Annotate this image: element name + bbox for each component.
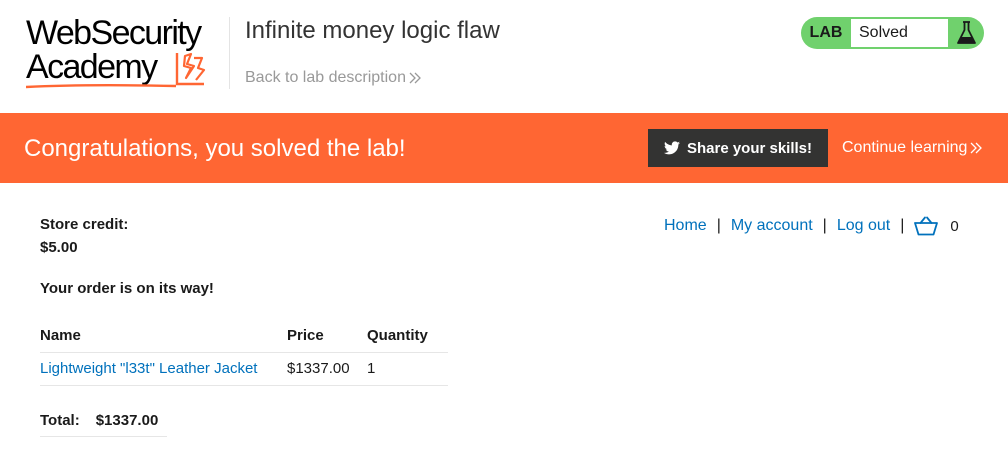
lab-status-label: Solved xyxy=(851,19,948,47)
solved-banner: Congratulations, you solved the lab! Sha… xyxy=(0,113,1008,183)
total-label: Total: xyxy=(40,411,80,429)
continue-learning-link[interactable]: Continue learning xyxy=(842,139,983,157)
double-chevron-right-icon xyxy=(970,142,983,154)
flask-icon xyxy=(957,21,976,44)
cart-link[interactable]: 0 xyxy=(914,216,959,236)
lab-badge: LAB xyxy=(809,24,843,41)
product-name-cell: Lightweight "l33t" Leather Jacket xyxy=(40,352,287,386)
nav-separator: | xyxy=(822,217,827,234)
back-to-lab-description-link[interactable]: Back to lab description xyxy=(245,69,422,87)
account-nav: Home | My account | Log out | 0 xyxy=(664,214,959,238)
web-security-academy-logo[interactable]: WebSecurity Academy xyxy=(26,14,226,90)
column-header-name: Name xyxy=(40,320,287,353)
table-row: Lightweight "l33t" Leather Jacket $1337.… xyxy=(40,352,448,386)
table-header-row: Name Price Quantity xyxy=(40,320,448,353)
home-link[interactable]: Home xyxy=(664,217,707,235)
share-skills-label: Share your skills! xyxy=(686,139,813,157)
order-total: Total: $1337.00 xyxy=(40,404,167,437)
logo-line1: WebSecurity xyxy=(26,14,202,52)
product-price-cell: $1337.00 xyxy=(287,352,367,386)
back-link-label: Back to lab description xyxy=(245,69,406,86)
lab-status-widget: LAB Solved xyxy=(801,17,984,49)
continue-learning-label: Continue learning xyxy=(842,139,968,156)
product-quantity-cell: 1 xyxy=(367,352,448,386)
double-chevron-right-icon xyxy=(409,72,421,84)
nav-separator: | xyxy=(716,217,721,234)
total-value: $1337.00 xyxy=(95,411,159,429)
header-divider xyxy=(229,17,230,89)
cart-icon xyxy=(914,216,939,236)
solved-message: Congratulations, you solved the lab! xyxy=(24,135,406,162)
store-credit-value: $5.00 xyxy=(40,239,78,256)
share-skills-button[interactable]: Share your skills! xyxy=(648,129,828,167)
store-credit-label: Store credit: xyxy=(40,216,129,233)
log-out-link[interactable]: Log out xyxy=(837,217,890,235)
logo-underline xyxy=(26,84,177,89)
column-header-price: Price xyxy=(287,320,367,353)
order-table: Name Price Quantity Lightweight "l33t" L… xyxy=(40,320,448,386)
lab-title: Infinite money logic flaw xyxy=(245,17,500,44)
product-link[interactable]: Lightweight "l33t" Leather Jacket xyxy=(40,360,257,377)
my-account-link[interactable]: My account xyxy=(731,217,813,235)
nav-separator: | xyxy=(900,217,905,234)
order-confirmation-message: Your order is on its way! xyxy=(40,280,214,297)
column-header-quantity: Quantity xyxy=(367,320,448,353)
twitter-icon xyxy=(663,141,680,155)
header: WebSecurity Academy Infinite money logic… xyxy=(0,0,1008,113)
logo-line2: Academy xyxy=(26,48,158,86)
cart-count: 0 xyxy=(950,217,959,235)
